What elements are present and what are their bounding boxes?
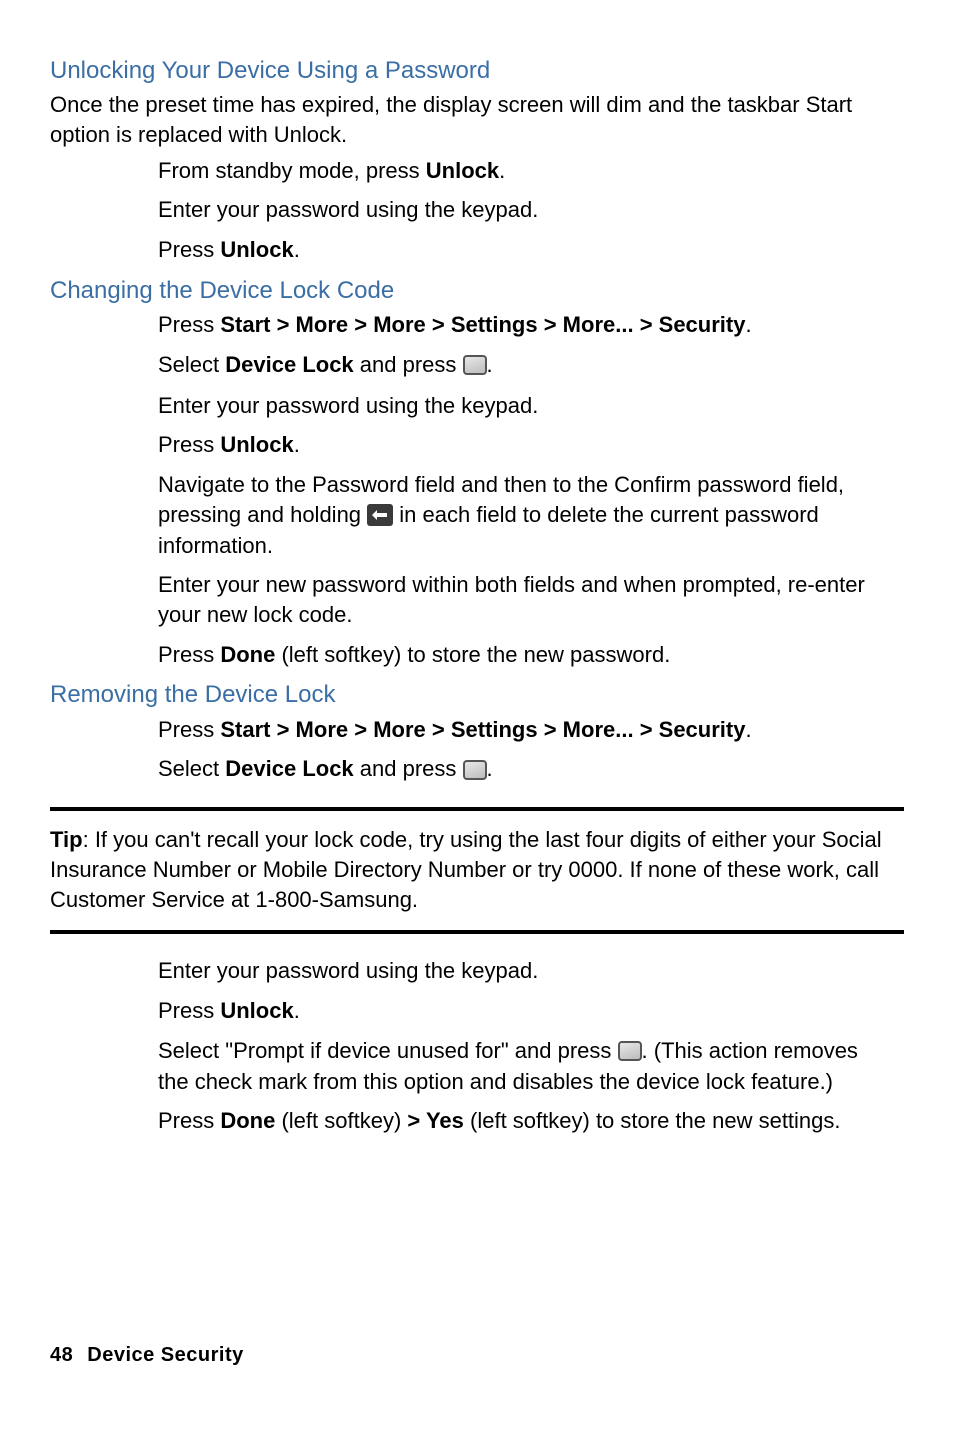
s1-step1-c: .: [499, 158, 505, 183]
s4-step4-d: > Yes: [407, 1108, 464, 1133]
ok-button-icon: [463, 349, 487, 379]
s4-step4-c: (left softkey): [275, 1108, 407, 1133]
back-button-icon: [367, 499, 393, 529]
s4-step4: Press Done (left softkey) > Yes (left so…: [158, 1106, 874, 1136]
s4-step2-c: .: [294, 998, 300, 1023]
ok-button-icon: [618, 1035, 642, 1065]
s2-step1-b: Start > More > More > Settings > More...…: [220, 312, 745, 337]
heading-change-lock: Changing the Device Lock Code: [50, 275, 904, 306]
s2-step1-c: .: [745, 312, 751, 337]
heading-unlock-password: Unlocking Your Device Using a Password: [50, 55, 904, 86]
s3-step1-b: Start > More > More > Settings > More...…: [220, 717, 745, 742]
s2-step2-b: Device Lock: [225, 352, 353, 377]
s2-step3: Enter your password using the keypad.: [158, 391, 874, 421]
s2-step4-c: .: [294, 432, 300, 457]
ok-button-icon: [463, 754, 487, 784]
s4-step3-a: Select "Prompt if device unused for" and…: [158, 1038, 618, 1063]
page-number: 48: [50, 1344, 73, 1366]
s2-step2: Select Device Lock and press .: [158, 350, 874, 381]
s2-step7: Press Done (left softkey) to store the n…: [158, 640, 874, 670]
s2-step4: Press Unlock.: [158, 430, 874, 460]
s3-step2-d: .: [487, 756, 493, 781]
heading-remove-lock: Removing the Device Lock: [50, 679, 904, 710]
s4-step4-a: Press: [158, 1108, 220, 1133]
intro-text-unlock: Once the preset time has expired, the di…: [50, 90, 904, 149]
page-footer: 48 Device Security: [50, 1342, 244, 1369]
tip-label: Tip: [50, 827, 83, 852]
s4-step2: Press Unlock.: [158, 996, 874, 1026]
s3-step1: Press Start > More > More > Settings > M…: [158, 715, 874, 745]
s3-step2-c: and press: [354, 756, 463, 781]
s4-step1: Enter your password using the keypad.: [158, 956, 874, 986]
s1-step3-c: .: [294, 237, 300, 262]
s2-step7-a: Press: [158, 642, 220, 667]
s2-step7-b: Done: [220, 642, 275, 667]
s2-step5: Navigate to the Password field and then …: [158, 470, 874, 560]
tip-block: Tip: If you can't recall your lock code,…: [50, 807, 904, 934]
s4-step2-a: Press: [158, 998, 220, 1023]
footer-title: Device Security: [87, 1344, 243, 1366]
s4-step4-e: (left softkey) to store the new settings…: [464, 1108, 841, 1133]
s4-step3: Select "Prompt if device unused for" and…: [158, 1036, 874, 1097]
s2-step4-a: Press: [158, 432, 220, 457]
s2-step6: Enter your new password within both fiel…: [158, 570, 874, 629]
s2-step1: Press Start > More > More > Settings > M…: [158, 310, 874, 340]
s3-step2: Select Device Lock and press .: [158, 754, 874, 785]
s1-step3-a: Press: [158, 237, 220, 262]
s4-step2-b: Unlock: [220, 998, 293, 1023]
s2-step2-d: .: [487, 352, 493, 377]
s1-step1: From standby mode, press Unlock.: [158, 156, 874, 186]
s1-step1-a: From standby mode, press: [158, 158, 426, 183]
s3-step1-a: Press: [158, 717, 220, 742]
s3-step1-c: .: [745, 717, 751, 742]
s3-step2-b: Device Lock: [225, 756, 353, 781]
s2-step2-a: Select: [158, 352, 225, 377]
s2-step1-a: Press: [158, 312, 220, 337]
s4-step4-b: Done: [220, 1108, 275, 1133]
s1-step1-b: Unlock: [426, 158, 499, 183]
s2-step7-c: (left softkey) to store the new password…: [275, 642, 670, 667]
tip-text: : If you can't recall your lock code, tr…: [50, 827, 882, 911]
s1-step2: Enter your password using the keypad.: [158, 195, 874, 225]
s2-step2-c: and press: [354, 352, 463, 377]
s3-step2-a: Select: [158, 756, 225, 781]
s1-step3-b: Unlock: [220, 237, 293, 262]
s2-step4-b: Unlock: [220, 432, 293, 457]
s1-step3: Press Unlock.: [158, 235, 874, 265]
